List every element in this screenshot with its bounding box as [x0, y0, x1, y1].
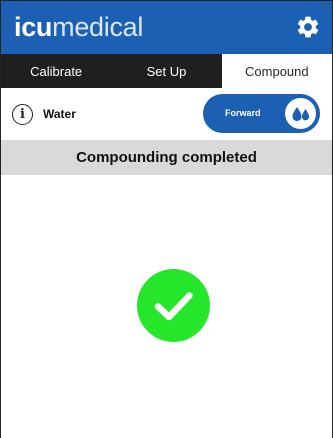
tab-calibrate[interactable]: Calibrate: [1, 54, 111, 88]
status-message: Compounding completed: [76, 149, 257, 166]
logo-text-bold: icu: [14, 12, 53, 42]
tab-label: Compound: [245, 63, 309, 79]
status-bar: Compounding completed: [1, 140, 332, 175]
app-window: icumedical Calibrate Set Up Compound i W…: [0, 0, 333, 438]
fluid-info-row: i Water Forward: [1, 88, 332, 140]
info-icon[interactable]: i: [12, 103, 33, 125]
tab-label: Set Up: [146, 63, 187, 79]
gear-icon[interactable]: [295, 14, 321, 40]
fluid-name: Water: [43, 107, 76, 121]
direction-toggle-label: Forward: [225, 108, 261, 118]
droplets-icon: [292, 106, 309, 121]
toggle-knob[interactable]: [285, 98, 316, 129]
tab-bar: Calibrate Set Up Compound: [1, 54, 332, 88]
direction-toggle[interactable]: Forward: [203, 94, 320, 133]
tab-label: Calibrate: [30, 63, 83, 79]
tab-setup[interactable]: Set Up: [111, 54, 221, 88]
logo-text-light: medical: [52, 12, 144, 42]
check-circle-icon: [137, 269, 210, 342]
icu-medical-logo: icumedical: [14, 14, 143, 41]
tab-compound[interactable]: Compound: [221, 54, 332, 88]
app-header: icumedical: [1, 1, 332, 54]
